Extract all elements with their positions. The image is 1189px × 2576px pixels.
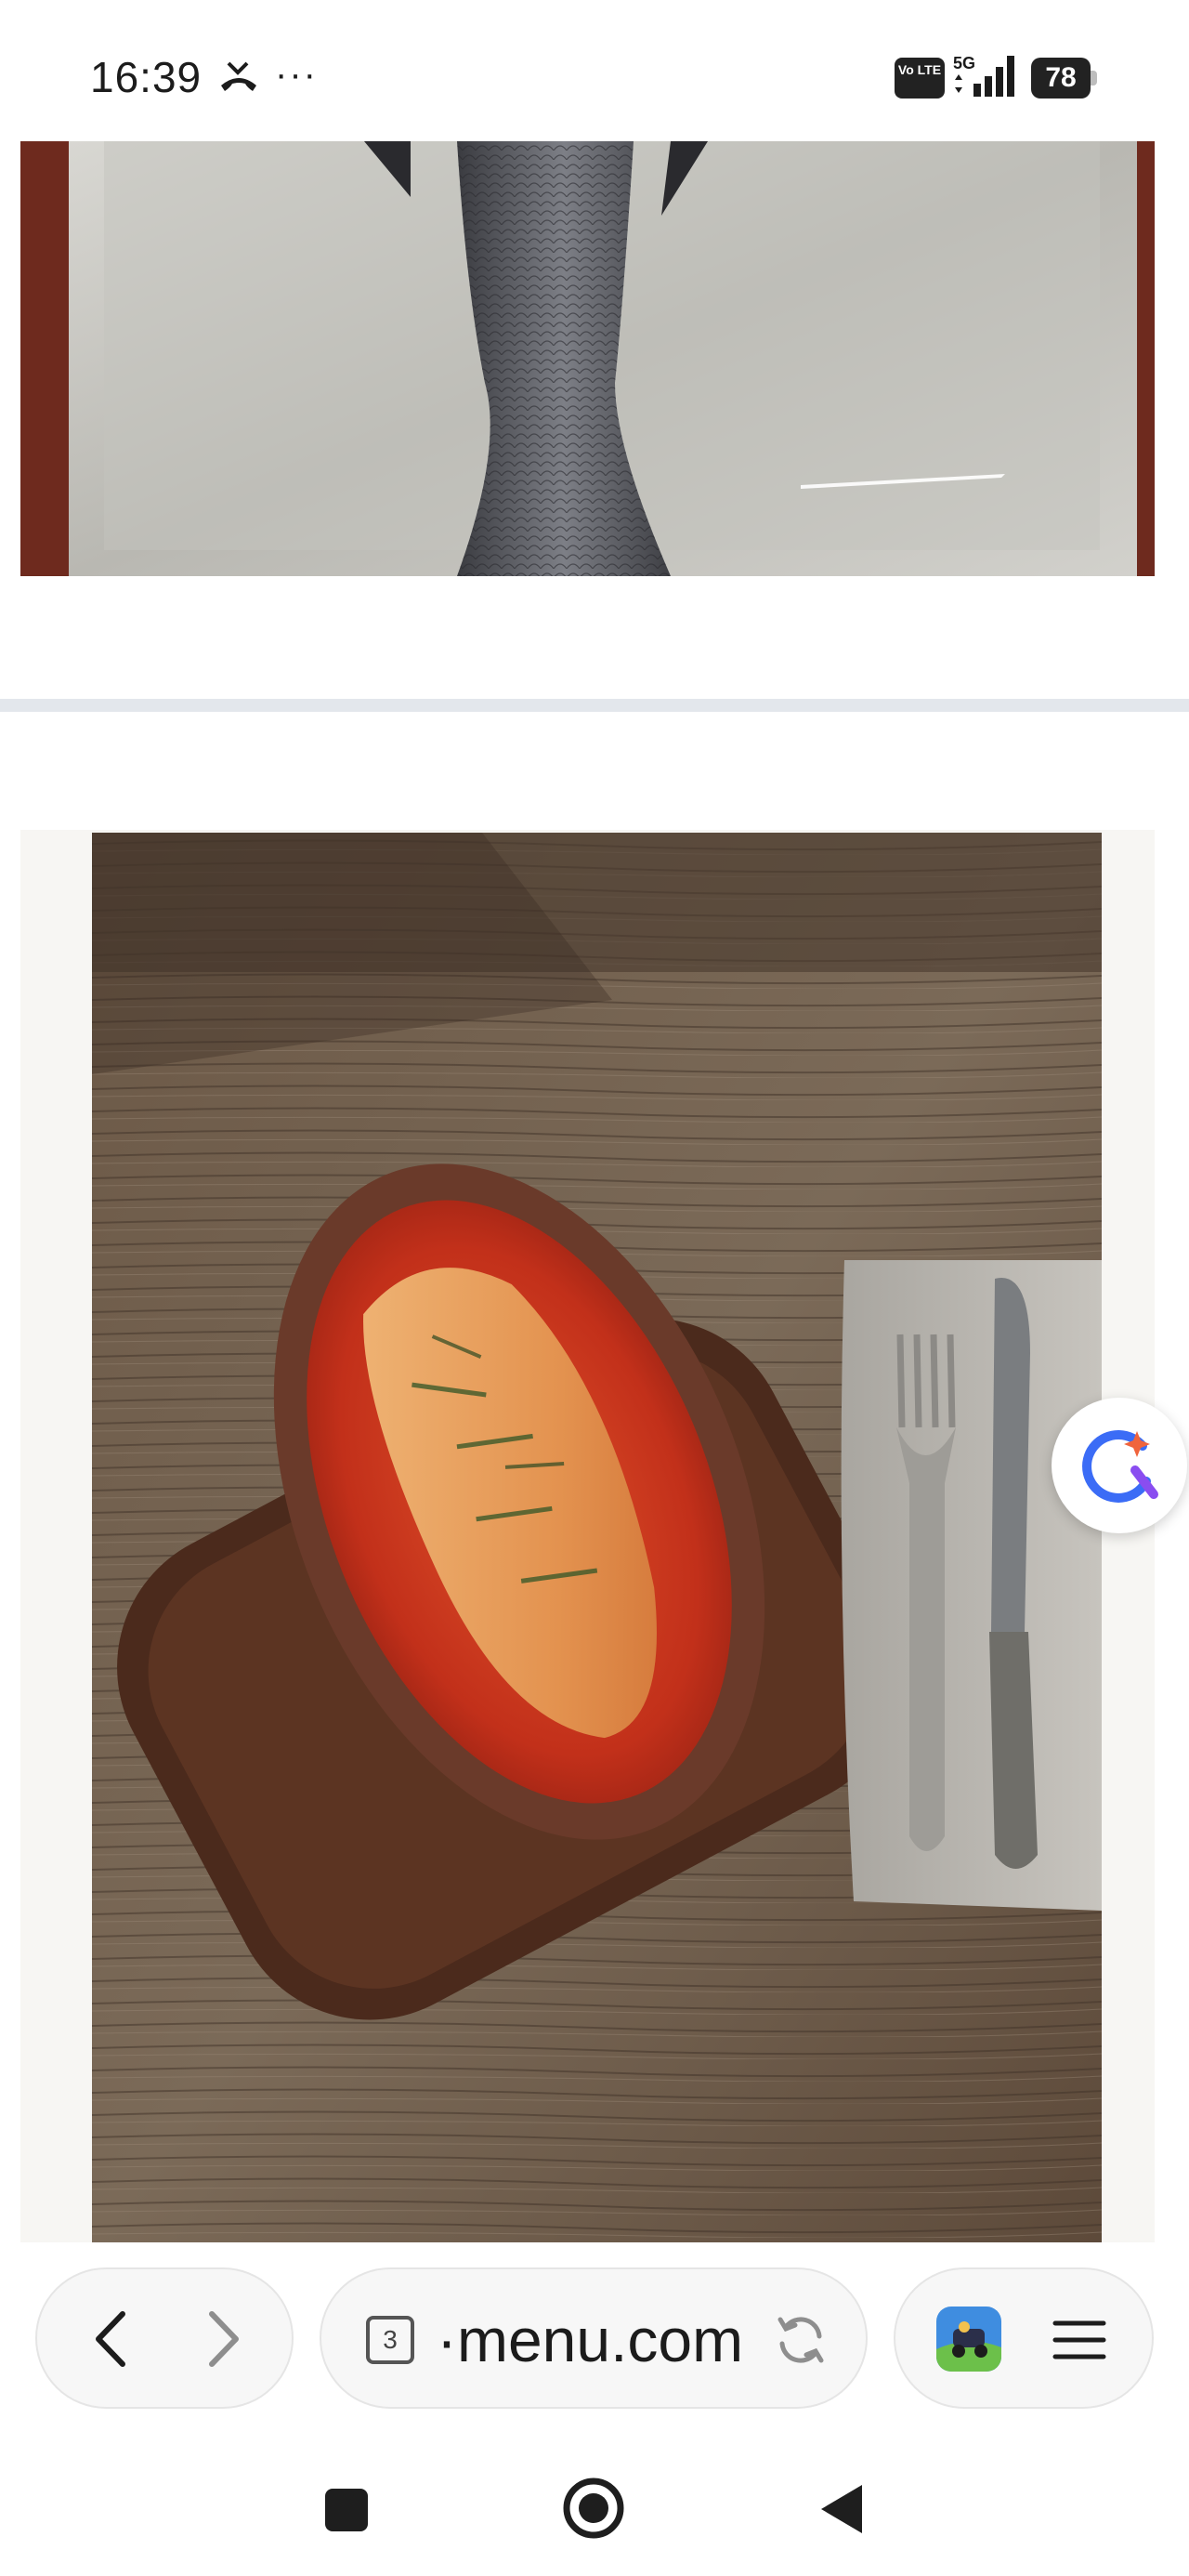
volte-icon: Vo LTE xyxy=(895,58,945,99)
forward-icon[interactable] xyxy=(188,2305,256,2373)
fish-photo xyxy=(20,141,1155,576)
home-button[interactable] xyxy=(561,2476,626,2541)
section-divider xyxy=(0,699,1189,712)
svg-text:5G: 5G xyxy=(953,54,975,72)
battery-level: 78 xyxy=(1031,58,1091,99)
tab-count-button[interactable]: 3 xyxy=(366,2316,414,2364)
clock: 16:39 xyxy=(90,53,203,101)
baked-fish-image xyxy=(92,833,1102,2242)
menu-icon[interactable] xyxy=(1050,2310,1109,2370)
reload-icon[interactable] xyxy=(771,2310,830,2370)
back-icon[interactable] xyxy=(78,2305,147,2373)
menu-group xyxy=(894,2267,1154,2409)
address-bar[interactable]: 3 ·menu.com xyxy=(320,2267,868,2409)
ai-assistant-button[interactable] xyxy=(1052,1398,1187,1533)
signal-5g-icon: 5G xyxy=(953,54,1014,97)
missed-call-icon xyxy=(221,61,256,91)
url-text[interactable]: ·menu.com xyxy=(437,2305,743,2375)
game-app-icon[interactable] xyxy=(936,2307,1001,2372)
dish-photo xyxy=(92,833,1102,2242)
assistant-icon xyxy=(1082,1429,1158,1503)
status-bar: 16:39 ··· Vo LTE 5G 78 xyxy=(0,0,1189,141)
browser-toolbar: 3 ·menu.com xyxy=(0,2249,1189,2416)
battery-icon: 78 xyxy=(1031,58,1098,99)
system-navigation-bar xyxy=(0,2416,1189,2576)
recents-button[interactable] xyxy=(325,2489,368,2531)
more-notifications-icon: ··· xyxy=(275,54,318,95)
navigation-group xyxy=(35,2267,294,2409)
whole-fish-image xyxy=(20,141,1155,576)
system-back-button[interactable] xyxy=(816,2481,866,2537)
